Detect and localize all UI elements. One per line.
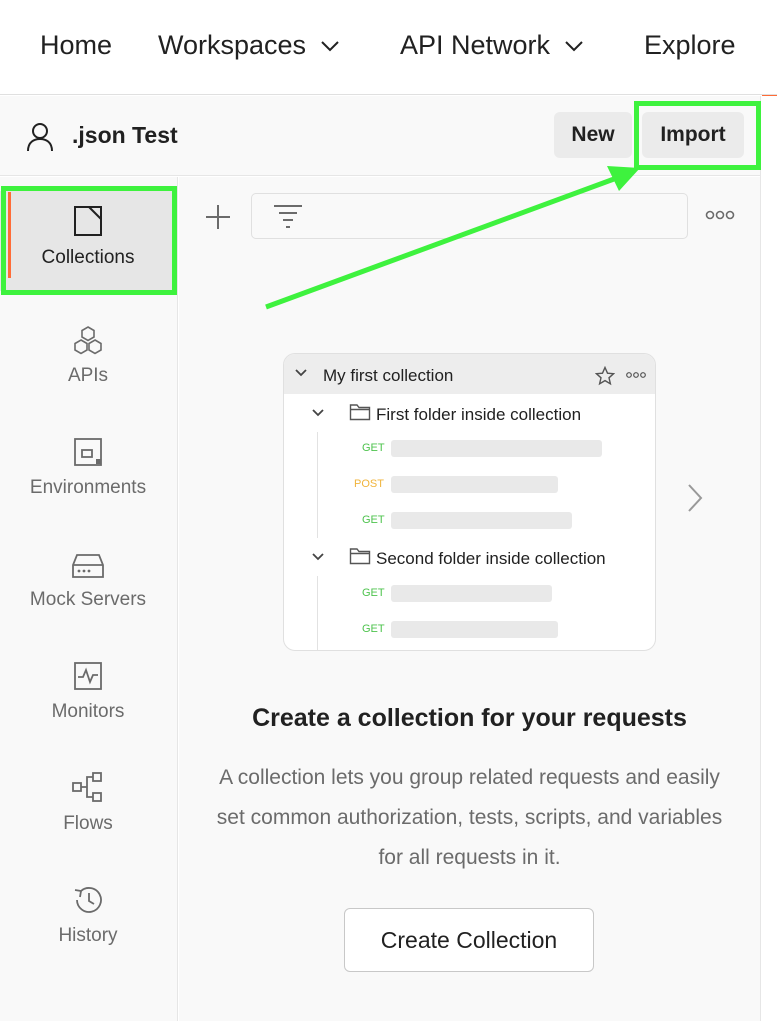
apis-icon (74, 326, 102, 355)
request-placeholder (391, 621, 558, 638)
preview-folder-2: Second folder inside collection (376, 549, 606, 568)
folder-icon (349, 548, 371, 565)
import-highlight (634, 101, 761, 170)
create-collection-button[interactable]: Create Collection (344, 908, 594, 972)
request-placeholder (391, 476, 558, 493)
empty-state-description: A collection lets you group related requ… (216, 766, 723, 869)
sidebar: Collections APIs Environments Mock Serve… (0, 177, 178, 1021)
right-pane-edge (760, 96, 777, 1021)
sidebar-item-mock-servers[interactable]: Mock Servers (0, 523, 176, 623)
chevron-down-icon (312, 409, 324, 417)
nav-workspaces[interactable]: Workspaces (158, 30, 340, 61)
empty-state-title: Create a collection for your requests (252, 704, 687, 732)
chevron-down-icon (312, 553, 324, 561)
nav-workspaces-label: Workspaces (158, 30, 307, 60)
request-method: POST (354, 478, 384, 490)
workspace-title: .json Test (72, 122, 178, 148)
collections-highlight (1, 186, 177, 295)
request-placeholder (391, 440, 602, 457)
tree-line (317, 432, 318, 538)
monitor-icon (74, 662, 102, 690)
nav-explore[interactable]: Explore (644, 30, 736, 61)
collection-preview: My first collection First folder inside … (283, 353, 656, 651)
mock-server-icon (72, 554, 104, 578)
user-icon (27, 123, 53, 152)
request-method: GET (362, 623, 385, 635)
sidebar-item-flows[interactable]: Flows (0, 747, 176, 847)
nav-home-label: Home (40, 30, 113, 60)
chevron-right-icon[interactable] (684, 482, 706, 514)
preview-collection-name: My first collection (323, 366, 454, 385)
preview-folder-1: First folder inside collection (376, 405, 582, 424)
sidebar-item-apis[interactable]: APIs (0, 299, 176, 399)
sidebar-item-label: APIs (67, 365, 109, 386)
environments-icon (74, 438, 102, 466)
history-icon (74, 887, 102, 913)
nav-explore-label: Explore (644, 30, 736, 60)
sidebar-item-label: Environments (29, 477, 147, 498)
flows-icon (72, 772, 102, 802)
new-button[interactable]: New (554, 112, 632, 158)
sidebar-item-environments[interactable]: Environments (0, 411, 176, 511)
tree-line (317, 576, 318, 650)
chevron-down-icon (565, 40, 583, 51)
sidebar-item-label: Flows (63, 813, 113, 834)
more-options-icon[interactable] (705, 207, 735, 223)
request-method: GET (362, 587, 385, 599)
star-icon (595, 366, 615, 386)
chevron-down-icon (295, 369, 307, 377)
nav-api-network[interactable]: API Network (400, 30, 584, 61)
request-method: GET (362, 442, 385, 454)
folder-icon (349, 404, 371, 421)
sidebar-item-label: History (58, 925, 118, 946)
request-placeholder (391, 512, 572, 529)
request-method: GET (362, 514, 385, 526)
filter-icon[interactable] (272, 203, 304, 229)
add-collection-icon[interactable] (203, 202, 233, 232)
nav-home[interactable]: Home (40, 30, 112, 61)
sidebar-item-monitors[interactable]: Monitors (0, 635, 176, 735)
search-input[interactable] (251, 193, 688, 239)
more-options-icon (626, 372, 646, 378)
request-placeholder (391, 585, 552, 602)
preview-header: My first collection (284, 354, 655, 394)
sidebar-item-history[interactable]: History (0, 859, 176, 959)
sidebar-item-label: Monitors (51, 701, 125, 722)
sidebar-item-label: Mock Servers (29, 589, 147, 610)
chevron-down-icon (321, 40, 339, 51)
nav-api-network-label: API Network (400, 30, 551, 60)
top-navigation: Home Workspaces API Network Explore (0, 0, 777, 95)
